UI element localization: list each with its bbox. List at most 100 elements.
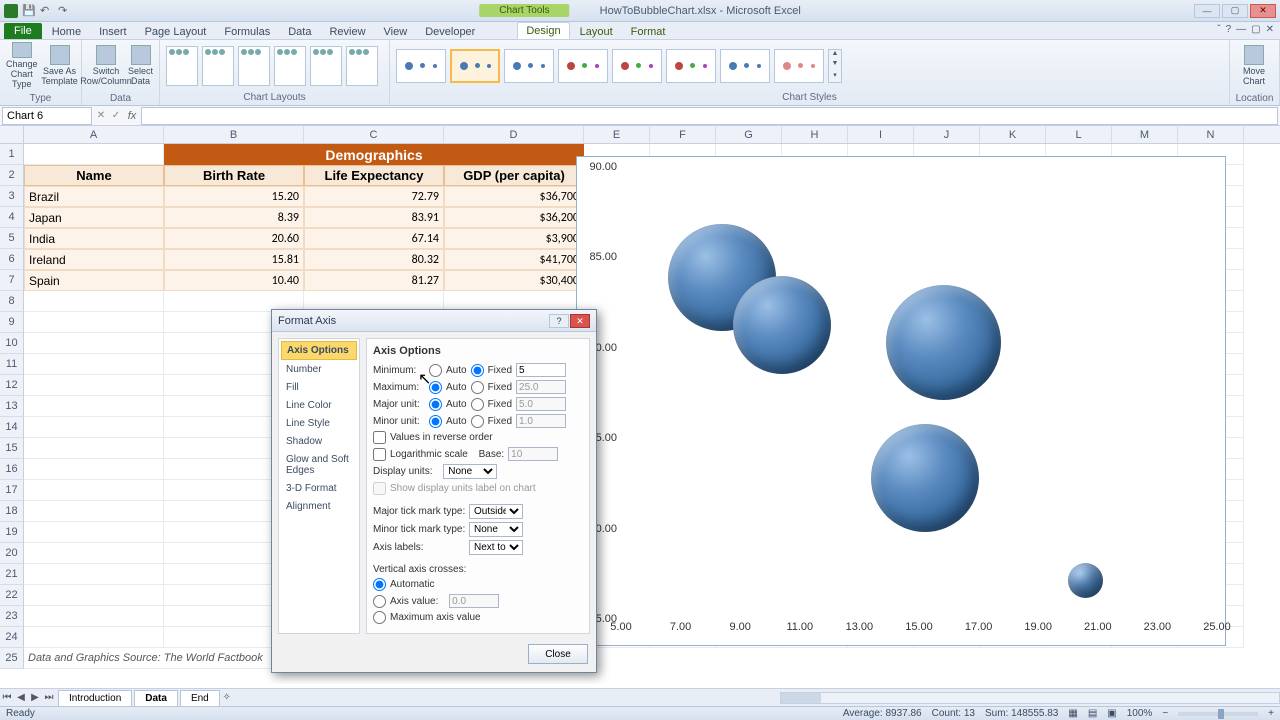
cell[interactable] xyxy=(24,396,164,417)
col-header-n[interactable]: N xyxy=(1178,126,1244,143)
row-header-4[interactable]: 4 xyxy=(0,207,24,228)
cell[interactable]: Spain xyxy=(24,270,164,291)
chart-layout-2[interactable] xyxy=(202,46,234,86)
chart-layout-1[interactable] xyxy=(166,46,198,86)
switch-row-column-button[interactable]: Switch Row/Column xyxy=(88,42,124,90)
row-header-9[interactable]: 9 xyxy=(0,312,24,333)
minor-tick-select[interactable]: None xyxy=(469,522,523,537)
cell[interactable] xyxy=(24,144,164,165)
minimize-ribbon-icon[interactable]: ˇ xyxy=(1217,24,1220,35)
axis-labels-select[interactable]: Next to Axis xyxy=(469,540,523,555)
bubble-india[interactable] xyxy=(1068,563,1103,598)
chart-style-8[interactable] xyxy=(774,49,824,83)
max-auto-radio[interactable] xyxy=(429,381,442,394)
name-box[interactable] xyxy=(2,107,92,125)
sheet-tab-introduction[interactable]: Introduction xyxy=(58,690,132,706)
vcross-value-radio[interactable] xyxy=(373,595,386,608)
minor-value-input[interactable] xyxy=(516,414,566,428)
chart-layout-5[interactable] xyxy=(310,46,342,86)
cell[interactable]: 8.39 xyxy=(164,207,304,228)
chart-style-3[interactable] xyxy=(504,49,554,83)
chart-plot-area[interactable] xyxy=(621,167,1215,617)
row-header-1[interactable]: 1 xyxy=(0,144,24,165)
formula-input[interactable] xyxy=(141,107,1278,125)
reverse-order-checkbox[interactable] xyxy=(373,431,386,444)
cell[interactable] xyxy=(24,627,164,648)
bubble-chart[interactable]: 90.0085.0080.0075.0070.0065.00 5.007.009… xyxy=(576,156,1226,646)
worksheet-grid[interactable]: A B C D E F G H I J K L M N 123456789101… xyxy=(0,126,1280,684)
nav-axis-options[interactable]: Axis Options xyxy=(281,341,357,360)
vcross-value-input[interactable] xyxy=(449,594,499,608)
col-header-h[interactable]: H xyxy=(782,126,848,143)
nav-alignment[interactable]: Alignment xyxy=(281,498,357,515)
row-header-20[interactable]: 20 xyxy=(0,543,24,564)
column-headers[interactable]: A B C D E F G H I J K L M N xyxy=(24,126,1280,144)
row-header-12[interactable]: 12 xyxy=(0,375,24,396)
chart-style-6[interactable] xyxy=(666,49,716,83)
tab-formulas[interactable]: Formulas xyxy=(216,24,278,39)
window-close-icon[interactable]: ✕ xyxy=(1266,24,1274,35)
row-header-17[interactable]: 17 xyxy=(0,480,24,501)
maximize-button[interactable]: ▢ xyxy=(1222,4,1248,18)
max-value-input[interactable] xyxy=(516,380,566,394)
save-icon[interactable]: 💾 xyxy=(22,4,36,18)
tab-page-layout[interactable]: Page Layout xyxy=(137,24,215,39)
cell[interactable]: $3,900 xyxy=(444,228,584,249)
cell[interactable]: 15.81 xyxy=(164,249,304,270)
cell[interactable]: $36,200 xyxy=(444,207,584,228)
view-page-layout-icon[interactable]: ▤ xyxy=(1088,708,1097,719)
tab-view[interactable]: View xyxy=(376,24,416,39)
nav-line-style[interactable]: Line Style xyxy=(281,415,357,432)
help-icon[interactable]: ? xyxy=(1226,24,1232,35)
row-header-15[interactable]: 15 xyxy=(0,438,24,459)
row-header-23[interactable]: 23 xyxy=(0,606,24,627)
col-header-j[interactable]: J xyxy=(914,126,980,143)
tab-home[interactable]: Home xyxy=(44,24,89,39)
select-data-button[interactable]: Select Data xyxy=(128,42,153,90)
row-header-14[interactable]: 14 xyxy=(0,417,24,438)
major-fixed-radio[interactable] xyxy=(471,398,484,411)
cell[interactable] xyxy=(24,522,164,543)
min-value-input[interactable] xyxy=(516,363,566,377)
undo-icon[interactable]: ↶ xyxy=(40,4,54,18)
tab-review[interactable]: Review xyxy=(321,24,373,39)
cell[interactable] xyxy=(24,354,164,375)
chart-style-7[interactable] xyxy=(720,49,770,83)
chart-style-5[interactable] xyxy=(612,49,662,83)
col-header-m[interactable]: M xyxy=(1112,126,1178,143)
cell[interactable] xyxy=(24,417,164,438)
row-header-11[interactable]: 11 xyxy=(0,354,24,375)
chart-styles-more[interactable]: ▲▼▾ xyxy=(828,49,842,83)
redo-icon[interactable]: ↷ xyxy=(58,4,72,18)
cell[interactable]: $36,700 xyxy=(444,186,584,207)
chart-layout-4[interactable] xyxy=(274,46,306,86)
new-sheet-icon[interactable]: ✧ xyxy=(220,692,234,703)
cell[interactable] xyxy=(24,564,164,585)
chart-x-axis[interactable]: 5.007.009.0011.0013.0015.0017.0019.0021.… xyxy=(621,621,1215,637)
min-fixed-radio[interactable] xyxy=(471,364,484,377)
display-units-select[interactable]: None xyxy=(443,464,497,479)
zoom-in-icon[interactable]: + xyxy=(1268,708,1274,719)
cell[interactable]: Japan xyxy=(24,207,164,228)
log-scale-checkbox[interactable] xyxy=(373,448,386,461)
row-header-13[interactable]: 13 xyxy=(0,396,24,417)
window-min-icon[interactable]: — xyxy=(1236,24,1246,35)
window-restore-icon[interactable]: ▢ xyxy=(1251,24,1260,35)
cell[interactable] xyxy=(24,606,164,627)
col-header-a[interactable]: A xyxy=(24,126,164,143)
row-header-25[interactable]: 25 xyxy=(0,648,24,669)
col-header-e[interactable]: E xyxy=(584,126,650,143)
col-header-g[interactable]: G xyxy=(716,126,782,143)
save-as-template-button[interactable]: Save As Template xyxy=(42,42,78,90)
cell[interactable]: $41,700 xyxy=(444,249,584,270)
cancel-formula-icon[interactable]: ✕ xyxy=(94,110,108,121)
row-header-18[interactable]: 18 xyxy=(0,501,24,522)
view-page-break-icon[interactable]: ▣ xyxy=(1107,708,1116,719)
tab-file[interactable]: File xyxy=(4,23,42,39)
bubble-spain[interactable] xyxy=(733,276,831,374)
cell[interactable]: 15.20 xyxy=(164,186,304,207)
cell[interactable]: Ireland xyxy=(24,249,164,270)
cell[interactable]: GDP (per capita) xyxy=(444,165,584,186)
cell[interactable] xyxy=(24,585,164,606)
zoom-level[interactable]: 100% xyxy=(1127,708,1153,719)
